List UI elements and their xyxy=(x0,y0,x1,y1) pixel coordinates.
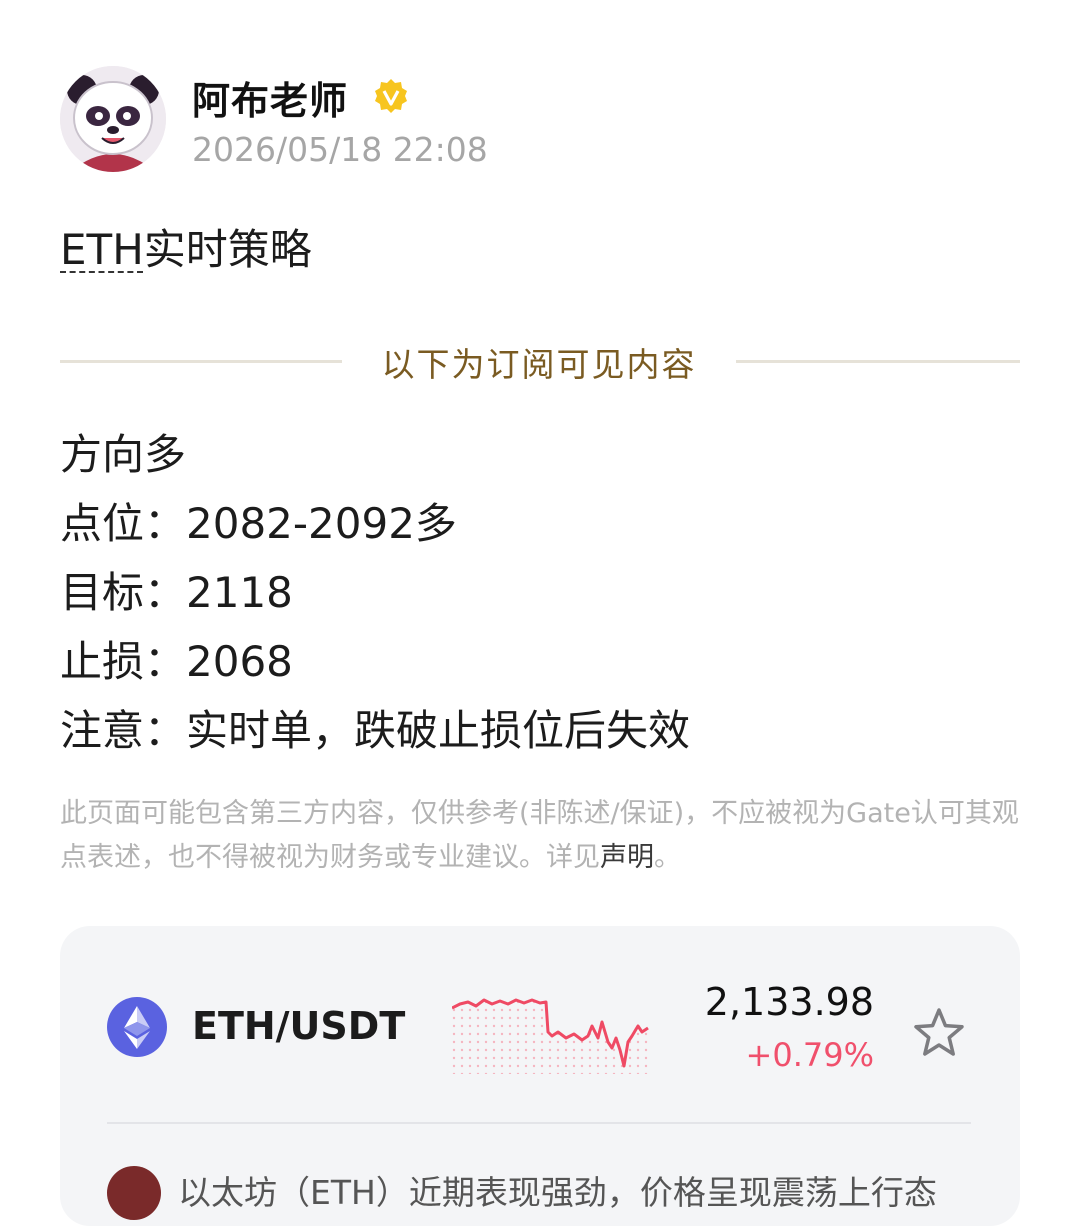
price-change: +0.79% xyxy=(745,1036,874,1074)
post-title: ETH实时策略 xyxy=(60,216,312,277)
divider-line-right xyxy=(736,360,1020,363)
subscription-divider-label: 以下为订阅可见内容 xyxy=(381,345,697,384)
ticker-link[interactable]: ETH xyxy=(60,225,144,274)
content-line-entry: 点位：2082-2092多 xyxy=(60,499,457,548)
disclaimer-text: 此页面可能包含第三方内容，仅供参考(非陈述/保证)，不应被视为Gate认可其观点… xyxy=(60,798,1019,873)
panda-avatar-icon xyxy=(60,66,166,172)
content-line-note: 注意：实时单，跌破止损位后失效 xyxy=(60,706,691,755)
author-name[interactable]: 阿布老师 xyxy=(192,70,348,125)
card-divider xyxy=(107,1122,971,1124)
verified-badge-icon xyxy=(375,79,407,113)
post-timestamp: 2026/05/18 22:08 xyxy=(192,130,488,169)
star-outline-icon[interactable] xyxy=(912,1006,966,1060)
trading-pair[interactable]: ETH/USDT xyxy=(192,1004,405,1048)
post-header: 阿布老师 2026/05/18 22:08 xyxy=(60,66,1020,176)
ticker-card[interactable]: ETH/USDT 2,133.98 +0.79% 以太坊（ETH）近期表现强劲，… xyxy=(60,926,1020,1226)
news-snippet[interactable]: 以太坊（ETH）近期表现强劲，价格呈现震荡上行态 xyxy=(178,1166,998,1214)
disclaimer-end: 。 xyxy=(654,842,681,873)
divider-line-left xyxy=(60,360,342,363)
content-line-direction: 方向多 xyxy=(60,430,187,479)
disclaimer: 此页面可能包含第三方内容，仅供参考(非陈述/保证)，不应被视为Gate认可其观点… xyxy=(60,792,1022,880)
post-title-text: 实时策略 xyxy=(143,225,312,274)
content-line-stoploss: 止损：2068 xyxy=(60,637,293,686)
post-content: 方向多 点位：2082-2092多 目标：2118 止损：2068 注意：实时单… xyxy=(60,424,1020,769)
author-avatar[interactable] xyxy=(60,66,166,172)
ethereum-icon xyxy=(107,997,167,1057)
last-price: 2,133.98 xyxy=(704,980,874,1024)
content-line-target: 目标：2118 xyxy=(60,568,293,617)
price-sparkline xyxy=(452,998,649,1074)
disclaimer-link[interactable]: 声明 xyxy=(600,842,654,873)
subscription-divider: 以下为订阅可见内容 xyxy=(60,338,1020,386)
news-source-avatar xyxy=(107,1166,161,1220)
